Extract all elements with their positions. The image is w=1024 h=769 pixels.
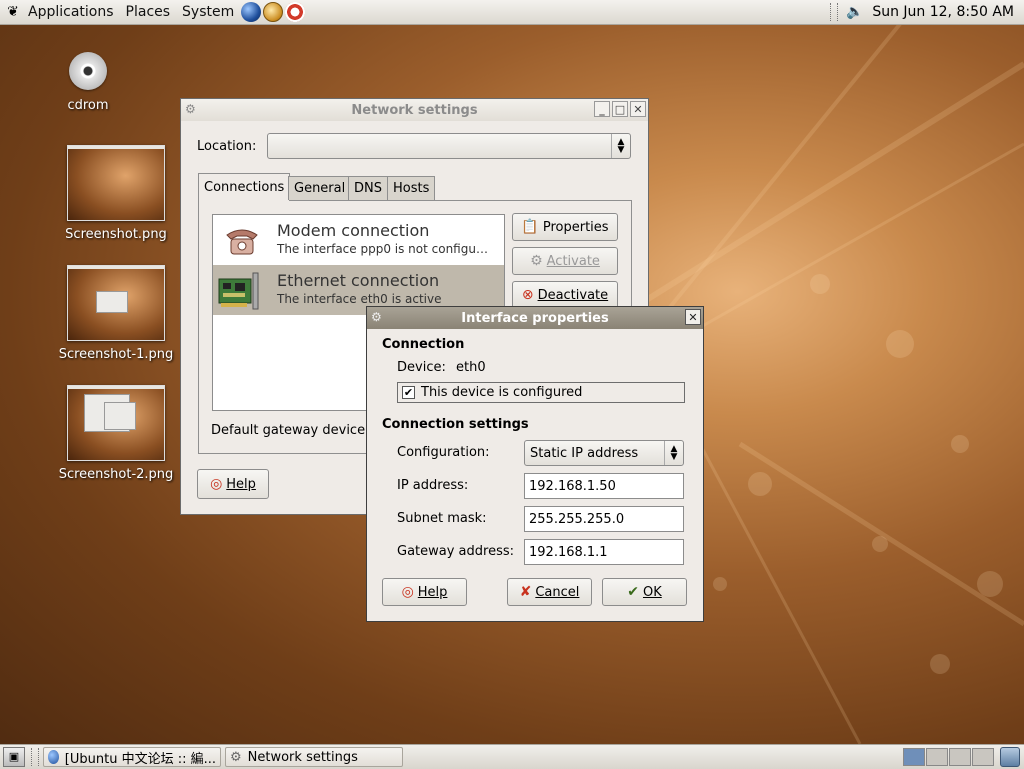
workspace-switcher xyxy=(902,748,994,766)
minimize-icon[interactable]: _ xyxy=(594,101,610,117)
ip-address-label: IP address: xyxy=(397,478,469,493)
connection-desc: The interface ppp0 is not configu… xyxy=(277,242,488,256)
clock[interactable]: Sun Jun 12, 8:50 AM xyxy=(872,4,1024,20)
help-lifebuoy-icon[interactable] xyxy=(285,2,306,22)
connection-desc: The interface eth0 is active xyxy=(277,292,442,306)
device-value: eth0 xyxy=(456,360,486,375)
image-thumbnail-icon xyxy=(67,385,165,461)
window-titlebar[interactable]: ⚙ Network settings _ □ ✕ xyxy=(181,99,648,121)
workspace-4[interactable] xyxy=(972,748,994,766)
network-icon: ⚙ xyxy=(230,749,242,765)
cancel-button[interactable]: ✘ Cancel xyxy=(507,578,592,606)
web-browser-icon xyxy=(48,750,59,764)
list-item-modem[interactable]: Modem connection The interface ppp0 is n… xyxy=(213,215,504,265)
dialog-help-button[interactable]: ◎ Help xyxy=(382,578,467,606)
menu-system[interactable]: System xyxy=(176,0,240,24)
spin-arrows-icon: ▲ ▼ xyxy=(664,441,683,465)
telephone-icon xyxy=(226,229,258,255)
properties-button[interactable]: 📋 Properties xyxy=(512,213,618,241)
close-icon[interactable]: ✕ xyxy=(685,309,701,325)
dialog-title: Interface properties xyxy=(461,310,609,326)
activate-button[interactable]: ⚙ Activate xyxy=(512,247,618,275)
desktop-icon-label: Screenshot-1.png xyxy=(58,347,174,362)
tab-dns[interactable]: DNS xyxy=(348,176,388,200)
close-icon[interactable]: ✕ xyxy=(630,101,646,117)
tab-general[interactable]: General xyxy=(288,176,352,200)
activate-icon: ⚙ xyxy=(530,253,543,269)
web-browser-icon[interactable] xyxy=(241,2,262,22)
taskbar-item-browser[interactable]: [Ubuntu 中文论坛 :: 編... xyxy=(43,747,221,767)
panel-handle[interactable] xyxy=(830,3,839,21)
desktop-icon-cdrom[interactable]: cdrom xyxy=(58,52,118,113)
workspace-3[interactable] xyxy=(949,748,971,766)
device-label: Device: xyxy=(397,360,446,375)
volume-icon[interactable]: 🔈 xyxy=(846,4,864,20)
subnet-mask-field[interactable]: 255.255.255.0 xyxy=(524,506,684,532)
default-gateway-label: Default gateway device: xyxy=(211,423,370,438)
panel-handle[interactable] xyxy=(31,748,39,766)
gateway-address-field[interactable]: 192.168.1.1 xyxy=(524,539,684,565)
deactivate-button[interactable]: ⊗ Deactivate xyxy=(512,281,618,309)
location-select[interactable]: ▲ ▼ xyxy=(267,133,631,159)
deactivate-icon: ⊗ xyxy=(521,287,534,303)
section-connection-settings: Connection settings xyxy=(382,417,529,432)
connection-title: Modem connection xyxy=(277,221,430,240)
image-thumbnail-icon xyxy=(67,145,165,221)
ok-check-icon: ✔ xyxy=(627,584,639,600)
configured-label: This device is configured xyxy=(421,385,583,400)
window-menu-icon[interactable]: ⚙ xyxy=(185,102,196,116)
tab-hosts[interactable]: Hosts xyxy=(387,176,436,200)
spin-arrows-icon: ▲ ▼ xyxy=(611,134,630,158)
section-connection: Connection xyxy=(382,337,465,352)
configuration-label: Configuration: xyxy=(397,445,490,460)
tab-connections[interactable]: Connections xyxy=(198,173,291,201)
trash-icon[interactable] xyxy=(1000,747,1020,767)
gnome-foot-icon[interactable]: ❦ xyxy=(4,4,22,20)
workspace-1[interactable] xyxy=(903,748,925,766)
top-panel: ❦ Applications Places System 🔈 Sun Jun 1… xyxy=(0,0,1024,25)
menu-places[interactable]: Places xyxy=(120,0,177,24)
ok-button[interactable]: ✔ OK xyxy=(602,578,687,606)
ip-address-field[interactable]: 192.168.1.50 xyxy=(524,473,684,499)
interface-properties-dialog: ⚙ Interface properties ✕ Connection Devi… xyxy=(366,306,704,622)
maximize-icon[interactable]: □ xyxy=(612,101,628,117)
taskbar-item-network-settings[interactable]: ⚙ Network settings xyxy=(225,747,403,767)
help-lifebuoy-icon: ◎ xyxy=(401,584,414,600)
configuration-select[interactable]: Static IP address ▲ ▼ xyxy=(524,440,684,466)
window-title: Network settings xyxy=(351,102,478,118)
desktop-icon-screenshot[interactable]: Screenshot.png xyxy=(56,145,176,242)
desktop-icon-label: Screenshot-2.png xyxy=(58,467,174,482)
subnet-mask-label: Subnet mask: xyxy=(397,511,487,526)
help-lifebuoy-icon: ◎ xyxy=(210,476,223,492)
configured-checkbox[interactable]: ✔ xyxy=(402,386,415,399)
menu-applications[interactable]: Applications xyxy=(22,0,120,24)
configuration-value: Static IP address xyxy=(530,445,639,461)
bottom-panel: ▣ [Ubuntu 中文论坛 :: 編... ⚙ Network setting… xyxy=(0,744,1024,769)
window-menu-icon[interactable]: ⚙ xyxy=(371,310,382,324)
help-button[interactable]: ◎ Help xyxy=(197,469,269,499)
gateway-address-label: Gateway address: xyxy=(397,544,515,559)
workspace-2[interactable] xyxy=(926,748,948,766)
properties-icon: 📋 xyxy=(521,219,539,235)
show-desktop-icon[interactable]: ▣ xyxy=(3,747,25,767)
desktop-icon-screenshot-1[interactable]: Screenshot-1.png xyxy=(56,265,176,362)
mail-client-icon[interactable] xyxy=(263,2,284,22)
cdrom-icon xyxy=(69,52,107,90)
desktop-icon-screenshot-2[interactable]: Screenshot-2.png xyxy=(56,385,176,482)
desktop-icon-label: cdrom xyxy=(67,98,109,113)
desktop-icon-label: Screenshot.png xyxy=(65,227,167,242)
cancel-x-icon: ✘ xyxy=(519,584,532,600)
dialog-titlebar[interactable]: ⚙ Interface properties ✕ xyxy=(367,307,703,329)
connection-title: Ethernet connection xyxy=(277,271,440,290)
network-card-icon xyxy=(218,272,259,310)
image-thumbnail-icon xyxy=(67,265,165,341)
configured-checkbox-row[interactable]: ✔ This device is configured xyxy=(397,382,685,403)
location-label: Location: xyxy=(197,139,257,154)
